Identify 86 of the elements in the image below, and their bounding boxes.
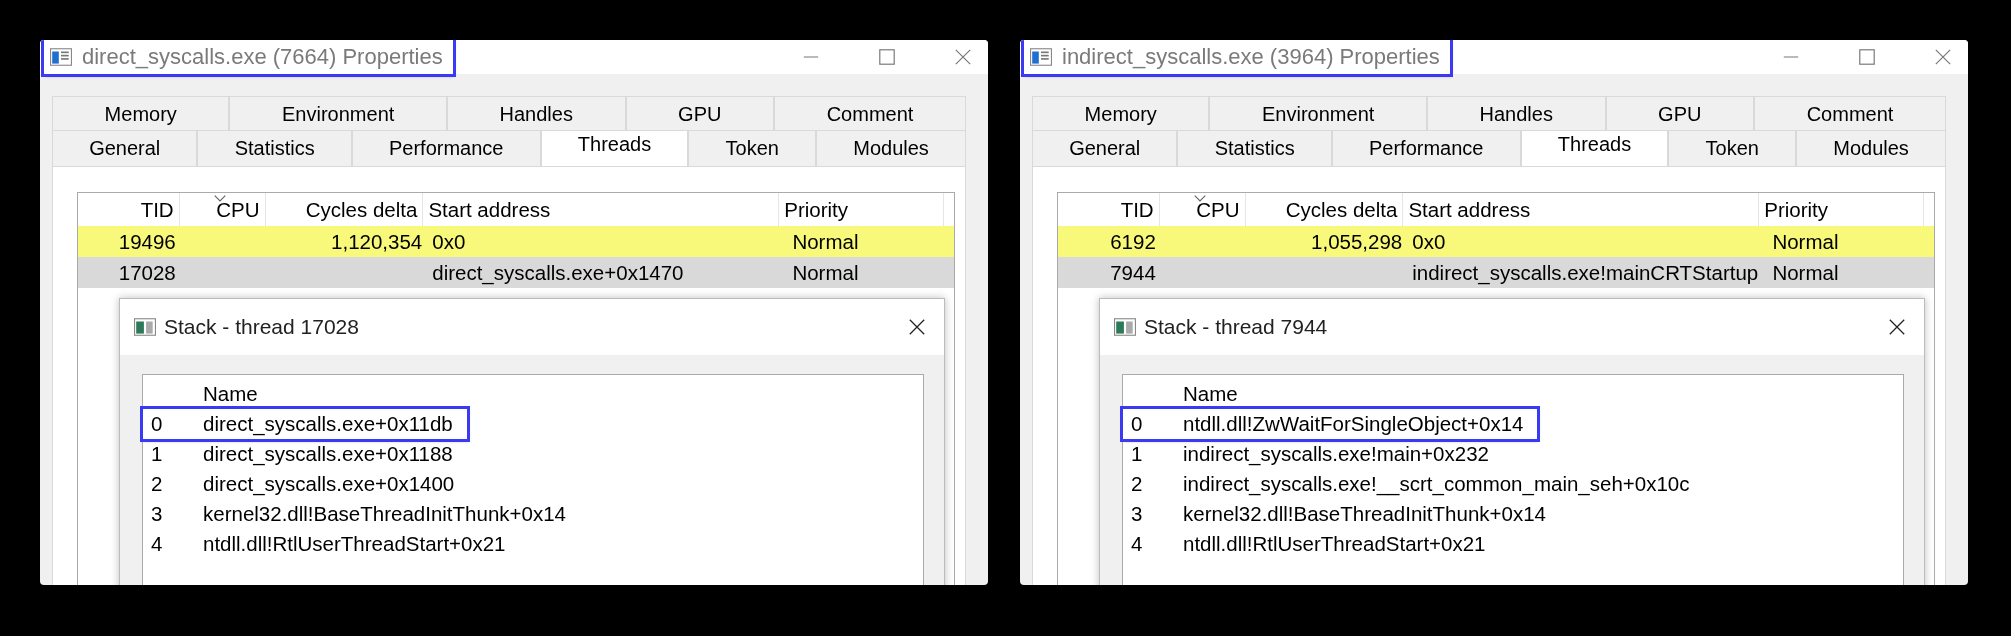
thread-row[interactable]: 7944 indirect_syscalls.exe!mainCRTStartup Normal bbox=[1058, 257, 1934, 288]
tab[interactable]: Statistics bbox=[197, 130, 352, 166]
tab[interactable]: Modules bbox=[1796, 130, 1946, 166]
tab[interactable]: Environment bbox=[229, 96, 447, 130]
frame-name: kernel32.dll!BaseThreadInitThunk+0x14 bbox=[203, 502, 566, 526]
frame-index: 1 bbox=[1130, 442, 1144, 466]
tab[interactable]: Environment bbox=[1209, 96, 1427, 130]
window-title: direct_syscalls.exe (7664) Properties bbox=[82, 44, 443, 70]
tab[interactable]: GPU bbox=[625, 96, 775, 130]
frame-index: 4 bbox=[150, 532, 164, 556]
table-cell: indirect_syscalls.exe!mainCRTStartup bbox=[1412, 260, 1759, 285]
window-app-icon bbox=[1030, 48, 1052, 66]
frame-index: 1 bbox=[150, 442, 164, 466]
tab[interactable]: Comment bbox=[774, 96, 966, 130]
stack-frame-row[interactable]: 3 kernel32.dll!BaseThreadInitThunk+0x14 bbox=[143, 499, 580, 529]
frame-index: 4 bbox=[1130, 532, 1144, 556]
sort-caret-icon bbox=[1193, 195, 1206, 202]
frame-index: 3 bbox=[1130, 502, 1144, 526]
frame-index: 2 bbox=[150, 472, 164, 496]
frame-index: 3 bbox=[150, 502, 164, 526]
tab[interactable]: GPU bbox=[1605, 96, 1755, 130]
tab[interactable]: Memory bbox=[1032, 96, 1210, 130]
tab[interactable]: Token bbox=[1668, 130, 1797, 166]
tab[interactable]: Token bbox=[688, 130, 817, 166]
column-header[interactable]: Name bbox=[1183, 382, 1238, 406]
tab[interactable]: Statistics bbox=[1177, 130, 1332, 166]
frame-name: kernel32.dll!BaseThreadInitThunk+0x14 bbox=[1183, 502, 1546, 526]
table-cell: 0x0 bbox=[432, 229, 466, 254]
frame-index: 0 bbox=[1130, 412, 1144, 436]
frame-name: direct_syscalls.exe+0x11db bbox=[203, 412, 453, 436]
dialog-title: Stack - thread 7944 bbox=[1144, 315, 1328, 339]
maximize-icon[interactable] bbox=[878, 48, 896, 66]
frame-index: 0 bbox=[150, 412, 164, 436]
sort-caret-icon bbox=[213, 195, 226, 202]
table-cell: 6192 bbox=[1110, 229, 1156, 254]
tab[interactable]: General bbox=[52, 130, 198, 166]
frame-name: direct_syscalls.exe+0x1188 bbox=[203, 442, 453, 466]
window-title: indirect_syscalls.exe (3964) Properties bbox=[1062, 44, 1440, 70]
stack-frame-row[interactable]: 0 direct_syscalls.exe+0x11db bbox=[143, 409, 467, 439]
dialog-app-icon bbox=[134, 318, 156, 336]
table-cell: direct_syscalls.exe+0x1470 bbox=[432, 260, 684, 285]
stack-frame-row[interactable]: 4 ntdll.dll!RtlUserThreadStart+0x21 bbox=[1123, 529, 1500, 559]
frame-name: ntdll.dll!ZwWaitForSingleObject+0x14 bbox=[1183, 412, 1524, 436]
stack-frame-row[interactable]: 1 indirect_syscalls.exe!main+0x232 bbox=[1123, 439, 1503, 469]
table-cell: 1,055,298 bbox=[1311, 229, 1403, 254]
table-cell: Normal bbox=[1772, 260, 1839, 285]
table-cell: 17028 bbox=[118, 260, 176, 285]
tab[interactable]: Handles bbox=[446, 96, 626, 130]
table-cell: 1,120,354 bbox=[331, 229, 423, 254]
frame-index: 2 bbox=[1130, 472, 1144, 496]
close-icon[interactable] bbox=[908, 318, 926, 336]
stack-frame-row[interactable]: 2 indirect_syscalls.exe!__scrt_common_main_seh+0x10c bbox=[1123, 469, 1704, 499]
close-icon[interactable] bbox=[1888, 318, 1906, 336]
table-cell: 19496 bbox=[118, 229, 176, 254]
tab[interactable]: Comment bbox=[1754, 96, 1946, 130]
thread-row[interactable]: 6192 1,055,298 0x0 Normal bbox=[1058, 226, 1934, 257]
table-cell: Normal bbox=[792, 229, 859, 254]
tab[interactable]: Handles bbox=[1426, 96, 1606, 130]
thread-row[interactable]: 17028 direct_syscalls.exe+0x1470 Normal bbox=[78, 257, 954, 288]
column-header[interactable]: Name bbox=[203, 382, 258, 406]
stack-frame-row[interactable]: 2 direct_syscalls.exe+0x1400 bbox=[143, 469, 469, 499]
tab[interactable]: Modules bbox=[816, 130, 966, 166]
table-cell: 0x0 bbox=[1412, 229, 1446, 254]
frame-name: indirect_syscalls.exe!__scrt_common_main_seh+0x10c bbox=[1183, 472, 1690, 496]
dialog-app-icon bbox=[1114, 318, 1136, 336]
table-cell: Normal bbox=[792, 260, 859, 285]
tab[interactable]: Performance bbox=[351, 130, 541, 166]
stack-frame-row[interactable]: 3 kernel32.dll!BaseThreadInitThunk+0x14 bbox=[1123, 499, 1560, 529]
frame-name: indirect_syscalls.exe!main+0x232 bbox=[1183, 442, 1489, 466]
dialog-title: Stack - thread 17028 bbox=[164, 315, 359, 339]
table-cell: 7944 bbox=[1110, 260, 1156, 285]
stack-frame-row[interactable]: 0 ntdll.dll!ZwWaitForSingleObject+0x14 bbox=[1123, 409, 1538, 439]
tab[interactable]: Performance bbox=[1331, 130, 1521, 166]
maximize-icon[interactable] bbox=[1858, 48, 1876, 66]
window-app-icon bbox=[50, 48, 72, 66]
frame-name: ntdll.dll!RtlUserThreadStart+0x21 bbox=[203, 532, 506, 556]
tab[interactable]: Threads bbox=[1520, 130, 1669, 166]
table-cell: Normal bbox=[1772, 229, 1839, 254]
thread-row[interactable]: 19496 1,120,354 0x0 Normal bbox=[78, 226, 954, 257]
stack-frame-row[interactable]: 1 direct_syscalls.exe+0x1188 bbox=[143, 439, 467, 469]
tab[interactable]: Memory bbox=[52, 96, 230, 130]
frame-name: direct_syscalls.exe+0x1400 bbox=[203, 472, 455, 496]
tab[interactable]: Threads bbox=[540, 130, 689, 166]
frame-name: ntdll.dll!RtlUserThreadStart+0x21 bbox=[1183, 532, 1486, 556]
stack-frame-row[interactable]: 4 ntdll.dll!RtlUserThreadStart+0x21 bbox=[143, 529, 520, 559]
tab[interactable]: General bbox=[1032, 130, 1178, 166]
